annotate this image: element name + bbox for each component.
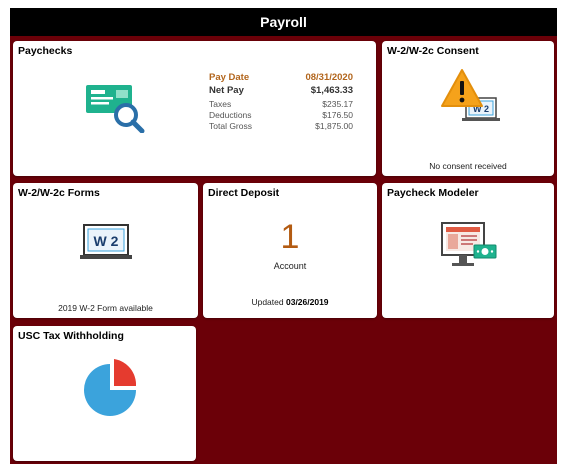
paychecks-title: Paychecks xyxy=(18,45,73,57)
usc-tax-withholding-title: USC Tax Withholding xyxy=(18,330,124,342)
monitor-money-icon xyxy=(441,222,497,266)
paycheck-modeler-tile[interactable]: Paycheck Modeler xyxy=(382,183,554,318)
payroll-frame: Payroll Paychecks Pay Date 08/31/2020 Ne… xyxy=(10,8,557,464)
pie-chart-icon xyxy=(84,359,136,416)
updated-info: Updated 03/26/2019 xyxy=(203,297,377,307)
pay-date-value: 08/31/2020 xyxy=(305,72,353,83)
deductions-row: Deductions $176.50 xyxy=(209,110,353,121)
warning-w2-icon: W 2 xyxy=(441,69,500,121)
updated-date: 03/26/2019 xyxy=(285,297,329,307)
laptop-w2-icon: W 2 xyxy=(80,224,132,259)
w2-consent-title: W-2/W-2c Consent xyxy=(387,45,479,57)
total-gross-value: $1,875.00 xyxy=(315,121,353,131)
paycheck-summary: Pay Date 08/31/2020 Net Pay $1,463.33 Ta… xyxy=(209,72,353,132)
w2-forms-tile[interactable]: W-2/W-2c Forms W 2 2019 W-2 Form availab… xyxy=(13,183,198,318)
account-label: Account xyxy=(273,261,307,271)
w2-badge: W 2 xyxy=(94,233,119,249)
total-gross-row: Total Gross $1,875.00 xyxy=(209,121,353,132)
w2-forms-status: 2019 W-2 Form available xyxy=(58,303,153,313)
account-count: 1 xyxy=(280,218,300,256)
net-pay-label: Net Pay xyxy=(209,85,244,96)
paycheck-modeler-title: Paycheck Modeler xyxy=(387,187,479,199)
taxes-label: Taxes xyxy=(209,99,232,109)
w2-consent-tile[interactable]: W-2/W-2c Consent W 2 No consent received xyxy=(382,41,554,176)
pay-date-row: Pay Date 08/31/2020 xyxy=(209,72,353,85)
usc-tax-withholding-tile[interactable]: USC Tax Withholding xyxy=(13,326,196,461)
updated-label: Updated xyxy=(251,297,284,307)
consent-status: No consent received xyxy=(429,161,507,171)
w2-forms-title: W-2/W-2c Forms xyxy=(18,187,100,199)
net-pay-row: Net Pay $1,463.33 xyxy=(209,85,353,99)
taxes-value: $235.17 xyxy=(322,99,353,109)
paycheck-search-icon xyxy=(86,85,145,133)
paychecks-tile[interactable]: Paychecks Pay Date 08/31/2020 Net Pay $1… xyxy=(13,41,376,176)
net-pay-value: $1,463.33 xyxy=(310,85,353,96)
taxes-row: Taxes $235.17 xyxy=(209,99,353,110)
direct-deposit-tile[interactable]: Direct Deposit 1 Account Updated 03/26/2… xyxy=(203,183,377,318)
page-title: Payroll xyxy=(10,8,557,36)
pay-date-label: Pay Date xyxy=(209,72,250,83)
deductions-value: $176.50 xyxy=(322,110,353,120)
total-gross-label: Total Gross xyxy=(209,121,252,131)
deductions-label: Deductions xyxy=(209,110,252,120)
direct-deposit-title: Direct Deposit xyxy=(208,187,280,199)
